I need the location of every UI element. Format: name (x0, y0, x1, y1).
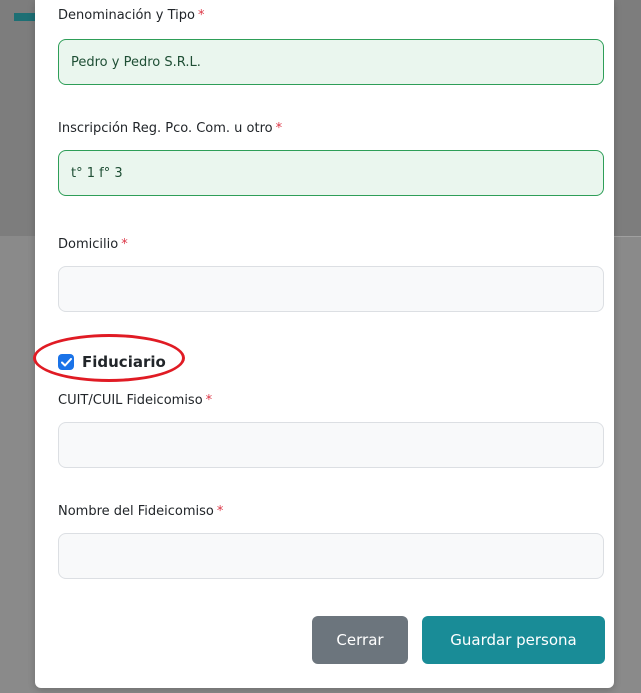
checkmark-icon (60, 357, 72, 366)
denominacion-label: Denominación y Tipo * (58, 8, 204, 23)
denominacion-value: Pedro y Pedro S.R.L. (71, 54, 201, 70)
denominacion-label-text: Denominación y Tipo (58, 8, 195, 23)
domicilio-input[interactable] (58, 266, 604, 312)
close-button-label: Cerrar (336, 631, 384, 649)
required-mark: * (205, 393, 213, 408)
cuit-fideicomiso-label: CUIT/CUIL Fideicomiso * (58, 393, 212, 408)
cuit-fideicomiso-label-text: CUIT/CUIL Fideicomiso (58, 393, 203, 408)
person-modal: Denominación y Tipo * Pedro y Pedro S.R.L… (33, 0, 614, 688)
nombre-fideicomiso-input[interactable] (58, 533, 604, 579)
fiduciario-checkbox[interactable] (58, 354, 74, 370)
denominacion-input[interactable]: Pedro y Pedro S.R.L. (58, 39, 604, 85)
required-mark: * (197, 8, 205, 23)
required-mark: * (216, 504, 224, 519)
required-mark: * (275, 121, 283, 136)
inscripcion-label: Inscripción Reg. Pco. Com. u otro * (58, 121, 282, 136)
inscripcion-input[interactable]: t° 1 f° 3 (58, 150, 604, 196)
domicilio-label-text: Domicilio (58, 237, 119, 252)
fiduciario-checkbox-row[interactable]: Fiduciario (58, 352, 166, 372)
inscripcion-label-text: Inscripción Reg. Pco. Com. u otro (58, 121, 273, 136)
backdrop-accent (14, 13, 36, 21)
backdrop-divider (614, 236, 641, 237)
inscripcion-value: t° 1 f° 3 (71, 165, 123, 181)
cuit-fideicomiso-input[interactable] (58, 422, 604, 468)
save-person-button[interactable]: Guardar persona (422, 616, 605, 664)
required-mark: * (121, 237, 128, 252)
nombre-fideicomiso-label: Nombre del Fideicomiso * (58, 504, 223, 519)
fiduciario-label: Fiduciario (82, 353, 166, 371)
domicilio-label: Domicilio * (58, 237, 128, 252)
save-person-button-label: Guardar persona (450, 631, 577, 649)
close-button[interactable]: Cerrar (312, 616, 408, 664)
nombre-fideicomiso-label-text: Nombre del Fideicomiso (58, 504, 214, 519)
